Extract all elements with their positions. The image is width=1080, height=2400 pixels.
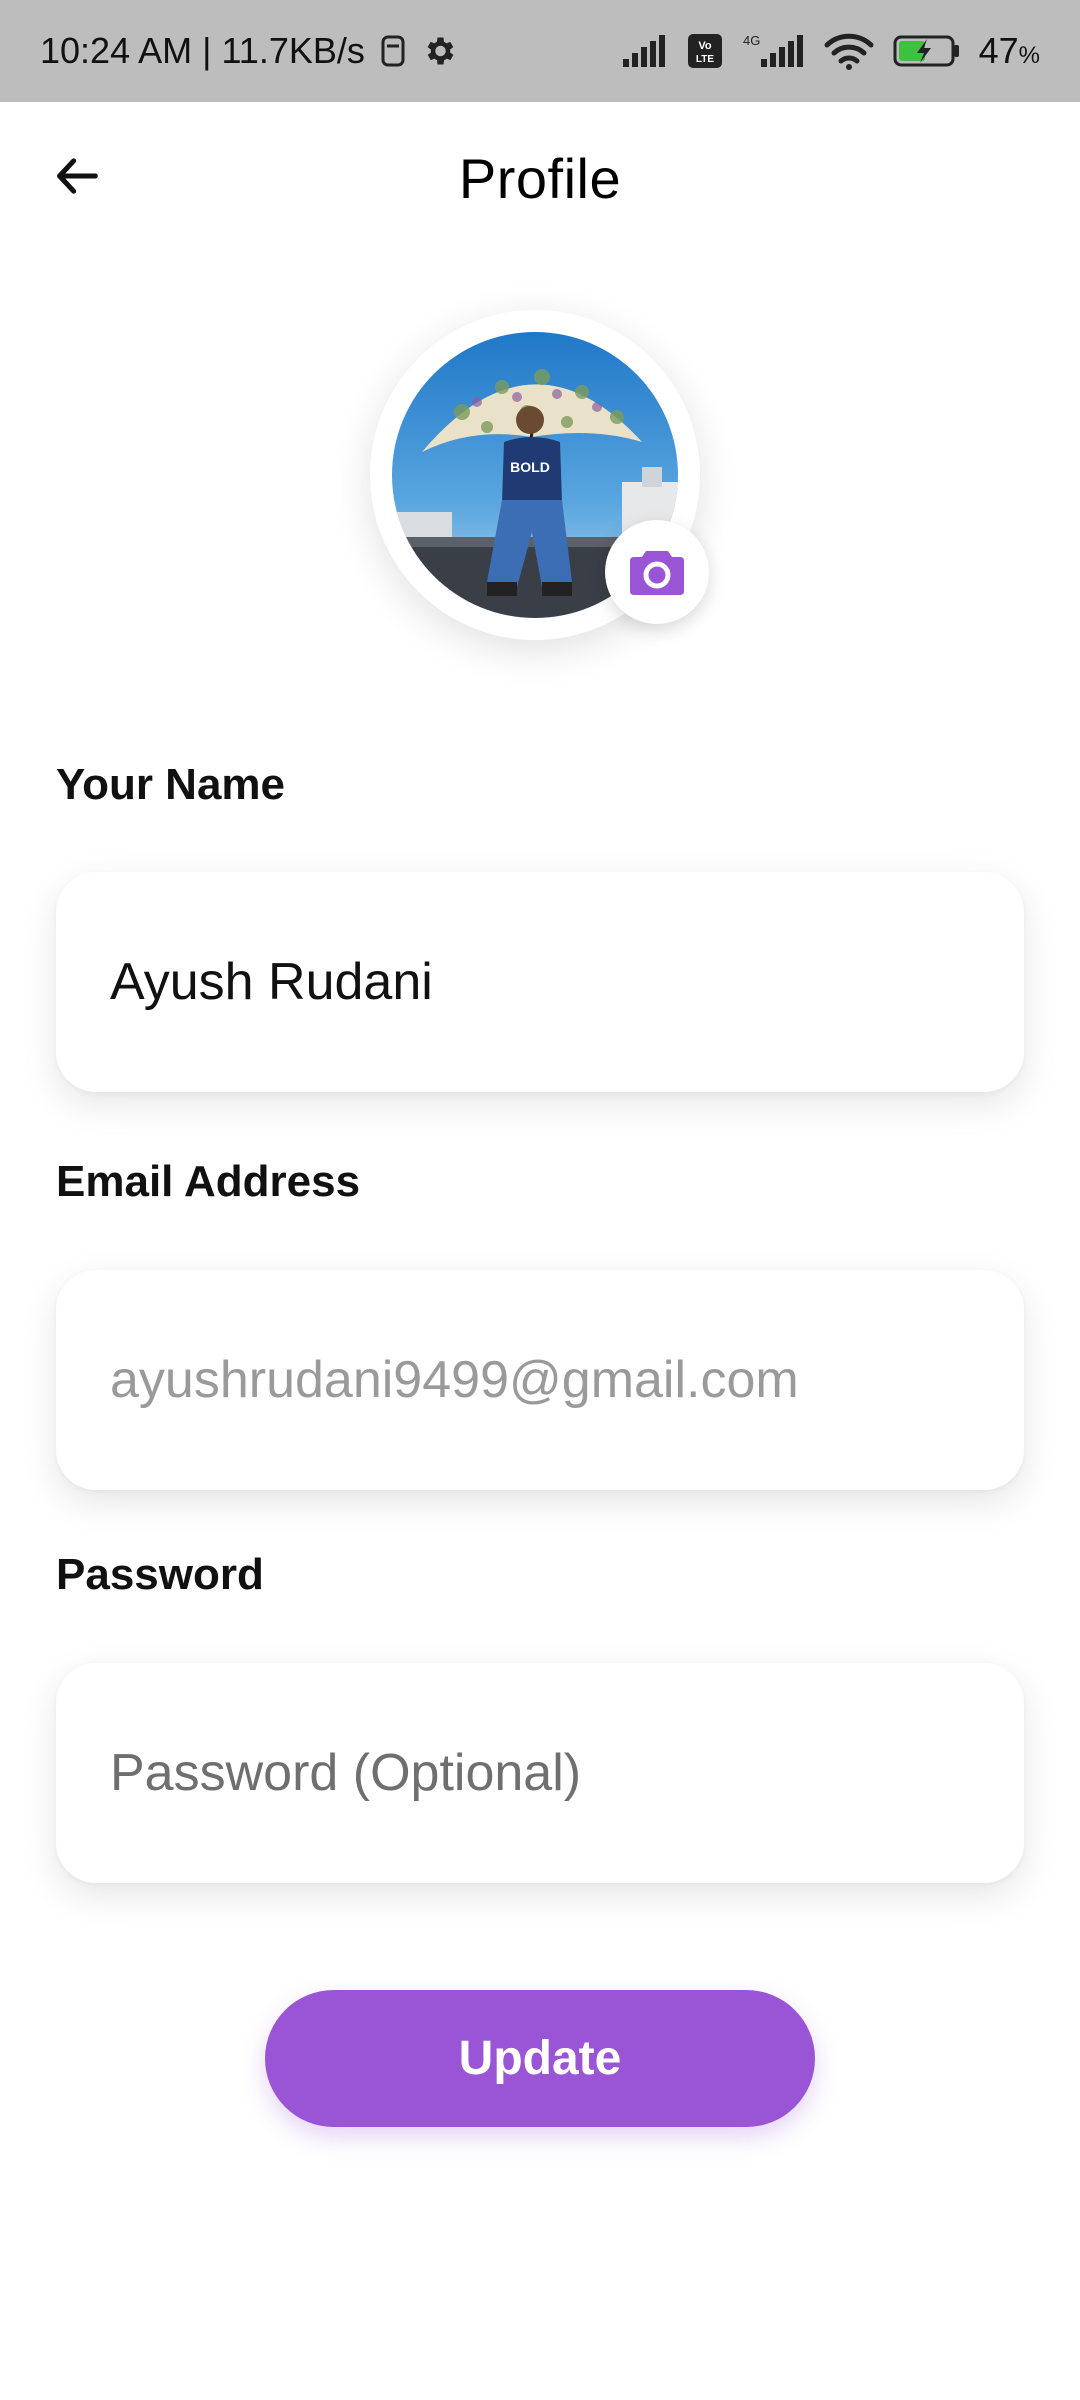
update-button[interactable]: Update [265, 1990, 815, 2127]
password-label: Password [56, 1550, 264, 1599]
name-field[interactable]: Ayush Rudani [56, 872, 1024, 1092]
svg-text:BOLD: BOLD [510, 459, 550, 475]
status-left: 10:24 AM | 11.7KB/s [40, 30, 457, 72]
status-right: Vo LTE 4G 47% [621, 30, 1040, 72]
email-label: Email Address [56, 1157, 361, 1206]
svg-text:Vo: Vo [698, 40, 712, 52]
wifi-icon [823, 31, 875, 71]
battery-unit: % [1018, 42, 1040, 69]
password-placeholder: Password (Optional) [110, 1744, 582, 1802]
signal-icon [621, 33, 669, 69]
network-label: 4G [743, 33, 760, 48]
screenshot-icon [379, 34, 407, 68]
email-field[interactable]: ayushrudani9499@gmail.com [56, 1270, 1024, 1490]
gear-icon [421, 33, 457, 69]
status-time-speed: 10:24 AM | 11.7KB/s [40, 30, 365, 71]
camera-icon [630, 551, 684, 595]
password-field[interactable]: Password (Optional) [56, 1663, 1024, 1883]
header: Profile [0, 102, 1080, 252]
signal-4g-icon: 4G [741, 31, 805, 71]
battery-charging-icon [893, 33, 961, 69]
email-value: ayushrudani9499@gmail.com [110, 1351, 799, 1409]
name-value: Ayush Rudani [110, 953, 433, 1011]
volte-icon: Vo LTE [687, 33, 723, 69]
svg-text:LTE: LTE [696, 54, 714, 65]
name-label: Your Name [56, 760, 286, 809]
status-bar: 10:24 AM | 11.7KB/s Vo LTE 4G 47% [0, 0, 1080, 102]
change-photo-button[interactable] [605, 520, 709, 624]
page-title: Profile [458, 147, 622, 210]
battery-percent: 47% [978, 30, 1040, 71]
